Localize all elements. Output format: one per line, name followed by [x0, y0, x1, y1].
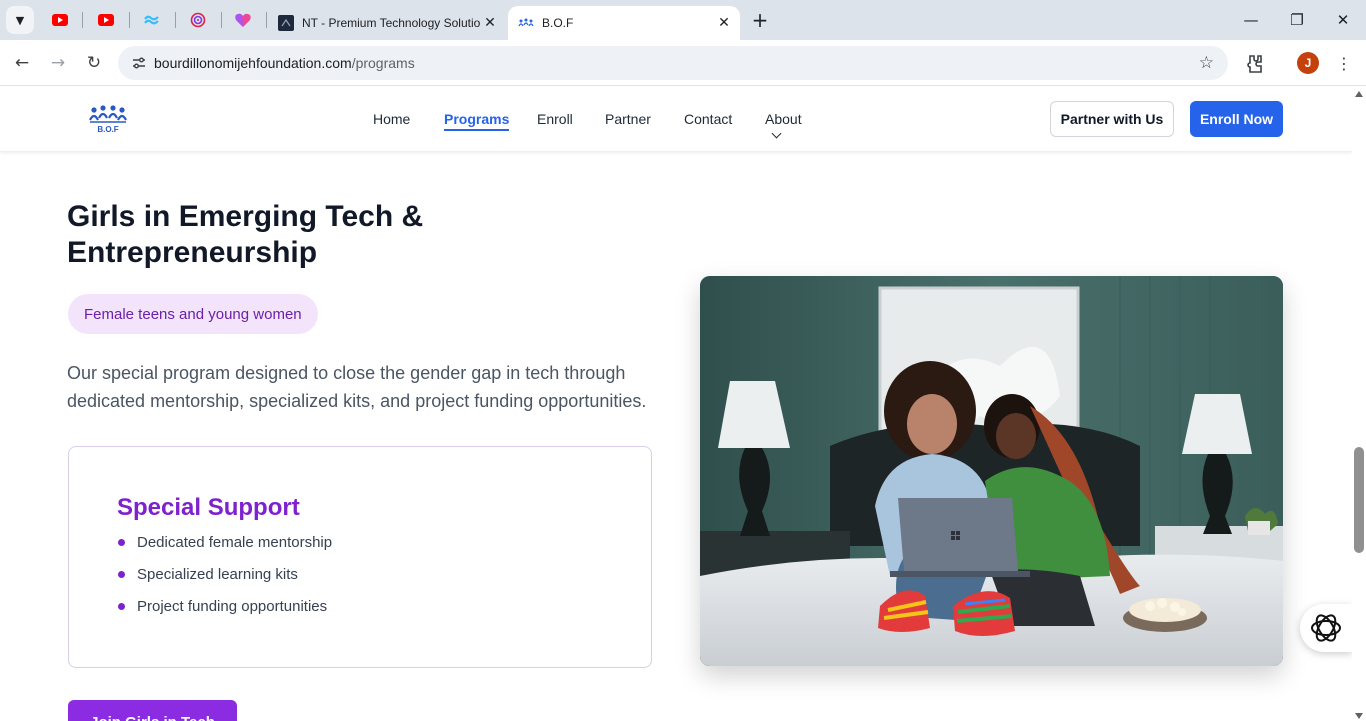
logo-text: B.O.F: [97, 125, 119, 134]
scroll-up-icon[interactable]: [1355, 91, 1363, 97]
logo-people-icon: [89, 105, 127, 123]
star-icon[interactable]: ☆: [1199, 53, 1214, 73]
enroll-now-button[interactable]: Enroll Now: [1190, 101, 1283, 137]
tailwind-icon: [144, 15, 159, 25]
swirl-icon: [190, 12, 206, 28]
list-item: Specialized learning kits: [117, 565, 332, 597]
tab-separator: [175, 12, 176, 28]
bullet-icon: [118, 603, 125, 610]
ai-assistant-icon: [1311, 614, 1341, 642]
list-item: Dedicated female mentorship: [117, 533, 332, 565]
pinned-tab-youtube-2[interactable]: [89, 8, 123, 32]
url-path: /programs: [351, 55, 415, 71]
special-support-card: Special Support Dedicated female mentors…: [68, 446, 652, 668]
url-host: bourdillonomijehfoundation.com: [154, 55, 352, 71]
nav-enroll[interactable]: Enroll: [537, 111, 573, 127]
reload-icon[interactable]: ↻: [79, 48, 109, 78]
page-scrollbar[interactable]: [1352, 87, 1366, 721]
page-viewport: B.O.F Home Programs Enroll Partner Conta…: [0, 87, 1352, 721]
tab-title: NT - Premium Technology Solutions: [302, 16, 480, 30]
girls-with-laptop-image: [700, 276, 1283, 666]
window-close-icon[interactable]: ✕: [1320, 0, 1366, 40]
tab-separator: [221, 12, 222, 28]
nav-about[interactable]: About: [765, 111, 802, 143]
tab-separator: [82, 12, 83, 28]
extensions-icon[interactable]: [1242, 52, 1266, 76]
program-photo: [700, 276, 1283, 666]
site-info-icon[interactable]: [124, 55, 154, 71]
program-title: Girls in Emerging Tech & Entrepreneurshi…: [67, 200, 424, 269]
bof-favicon-icon: [518, 18, 534, 27]
audience-badge: Female teens and young women: [68, 294, 318, 334]
browser-toolbar: ← → ↻ bourdillonomijehfoundation.com/pro…: [0, 40, 1366, 86]
nav-home[interactable]: Home: [373, 111, 410, 127]
browser-tab-strip: ▼ NT - Premium Technology Solutions ✕ B.…: [0, 0, 1366, 40]
tab-search-icon[interactable]: ▼: [6, 6, 34, 34]
minimize-icon[interactable]: —: [1228, 0, 1274, 40]
nav-programs[interactable]: Programs: [444, 111, 510, 131]
support-item-text: Project funding opportunities: [137, 598, 328, 615]
support-item-text: Dedicated female mentorship: [137, 534, 333, 551]
tab-separator: [129, 12, 130, 28]
support-item-text: Specialized learning kits: [137, 566, 298, 583]
support-list: Dedicated female mentorship Specialized …: [117, 533, 332, 629]
pinned-tab-heart[interactable]: [226, 8, 260, 32]
nav-about-label: About: [765, 111, 802, 127]
tab-bof[interactable]: B.O.F ✕: [508, 6, 740, 40]
restore-icon[interactable]: ❐: [1274, 0, 1320, 40]
youtube-icon: [98, 14, 114, 26]
scrollbar-thumb[interactable]: [1354, 447, 1364, 553]
address-bar[interactable]: bourdillonomijehfoundation.com/programs …: [118, 46, 1228, 80]
nt-favicon-icon: [278, 15, 294, 31]
site-logo[interactable]: B.O.F: [88, 104, 128, 134]
heart-icon: [235, 13, 251, 27]
url-text: bourdillonomijehfoundation.com/programs: [154, 55, 415, 71]
scroll-down-icon[interactable]: [1355, 713, 1363, 719]
chevron-down-icon: [771, 128, 782, 139]
list-item: Project funding opportunities: [117, 597, 332, 629]
pinned-tab-youtube[interactable]: [43, 8, 77, 32]
nav-partner[interactable]: Partner: [605, 111, 651, 127]
menu-icon[interactable]: ⋮: [1334, 50, 1354, 76]
join-girls-in-tech-button[interactable]: Join Girls in Tech: [68, 700, 237, 721]
youtube-icon: [52, 14, 68, 26]
nav-contact[interactable]: Contact: [684, 111, 732, 127]
close-icon[interactable]: ✕: [480, 13, 500, 33]
chat-assistant-button[interactable]: [1300, 604, 1352, 652]
bullet-icon: [118, 539, 125, 546]
support-title: Special Support: [117, 494, 300, 521]
new-tab-icon[interactable]: +: [748, 8, 772, 32]
tab-nt-premium[interactable]: NT - Premium Technology Solutions ✕: [270, 6, 506, 40]
forward-icon[interactable]: →: [43, 48, 73, 78]
back-icon[interactable]: ←: [7, 48, 37, 78]
profile-avatar[interactable]: J: [1297, 52, 1319, 74]
tab-separator: [266, 12, 267, 28]
site-header: B.O.F Home Programs Enroll Partner Conta…: [0, 87, 1352, 152]
tab-title: B.O.F: [542, 16, 574, 30]
pinned-tab-swirl[interactable]: [181, 8, 215, 32]
close-icon[interactable]: ✕: [714, 13, 734, 33]
bullet-icon: [118, 571, 125, 578]
program-description: Our special program designed to close th…: [67, 363, 647, 411]
pinned-tab-tailwind[interactable]: [135, 8, 169, 32]
partner-with-us-button[interactable]: Partner with Us: [1050, 101, 1174, 137]
